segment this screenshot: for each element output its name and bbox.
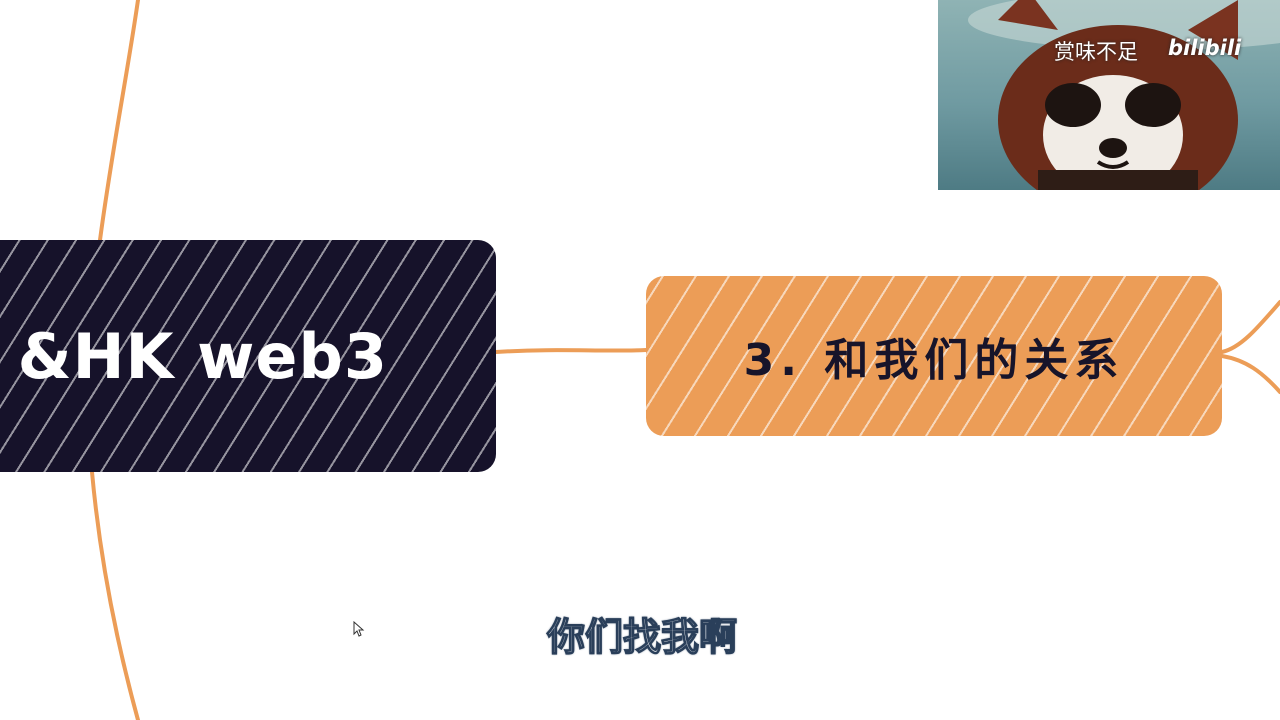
webcam-overlay: 赏味不足 bilibili [938, 0, 1280, 190]
connector-right-node-out [1220, 300, 1280, 354]
video-subtitle: 你们找我啊 [546, 614, 737, 659]
screen-stage: &HK web3 3. 和我们的关系 赏味不足 bilibili 你们找我啊 [0, 0, 1280, 720]
connector-left-to-right-node [494, 348, 648, 354]
connector-right-node-out-2 [1220, 354, 1280, 394]
red-panda-avatar [968, 0, 1280, 190]
mindmap-node-hk-web3-label: &HK web3 [17, 319, 388, 393]
mindmap-node-relationship-label: 3. 和我们的关系 [743, 335, 1125, 386]
mindmap-node-hk-web3[interactable]: &HK web3 [0, 240, 496, 472]
main-branch-lower [90, 470, 140, 720]
mouse-pointer-icon [353, 621, 365, 637]
bilibili-logo: bilibili [1168, 36, 1242, 60]
webcam-caption: 赏味不足 [1054, 40, 1138, 64]
main-branch-upper [98, 0, 140, 242]
mindmap-node-relationship[interactable]: 3. 和我们的关系 [646, 276, 1222, 436]
